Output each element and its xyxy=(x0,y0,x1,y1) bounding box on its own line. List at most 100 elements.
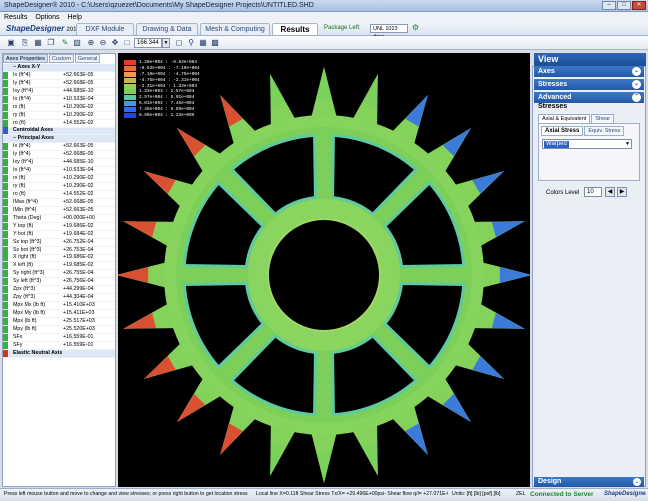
fit-icon[interactable]: ◻ xyxy=(174,38,184,48)
property-row[interactable]: Sy right (ft^3) +26.755E-04 xyxy=(3,270,115,279)
zoom-out-icon[interactable]: ⊖ xyxy=(98,38,108,48)
pan-icon[interactable]: ✥ xyxy=(110,38,120,48)
colors-level-input[interactable]: 10 xyxy=(584,187,602,197)
zoom-window-icon[interactable]: □ xyxy=(122,38,132,48)
axes-icon[interactable]: ⚲ xyxy=(186,38,196,48)
property-row[interactable]: Zpy (ft^3) +44.304E-04 xyxy=(3,294,115,303)
tab-custom[interactable]: Custom xyxy=(48,54,74,63)
property-row[interactable]: Ixy (ft^4) +44.685E-10 xyxy=(3,159,115,168)
property-row[interactable]: rx (ft) +10.290E-02 xyxy=(3,175,115,184)
tab-mesh-computing[interactable]: Mesh & Computing xyxy=(200,23,270,35)
copy-icon[interactable]: ❐ xyxy=(46,38,56,48)
property-row[interactable]: Iy (ft^4) +52.668E-05 xyxy=(3,151,115,160)
property-row[interactable]: SFy +16.559E-01 xyxy=(3,341,115,350)
tab-drawing-data[interactable]: Drawing & Data xyxy=(136,23,198,35)
status-local-stress: Local line X=0.11ft Shear Stress Tx/X= +… xyxy=(256,491,448,497)
property-value: +19.684E-02 xyxy=(63,230,94,237)
zoom-in-icon[interactable]: ⊕ xyxy=(86,38,96,48)
section-stresses-label: Stresses xyxy=(538,81,568,88)
close-button[interactable]: ✕ xyxy=(632,1,646,10)
zoom-dropdown-icon[interactable]: ▼ xyxy=(162,38,170,48)
property-value: +52.668E-05 xyxy=(63,79,94,86)
property-row[interactable]: IMin (ft^4) +52.663E-05 xyxy=(3,206,115,215)
property-marker-icon xyxy=(3,310,8,318)
menu-options[interactable]: Options xyxy=(35,14,59,21)
section-advanced[interactable]: Advanced ⌃ xyxy=(534,92,644,103)
section-stresses[interactable]: Stresses ⌄ xyxy=(534,79,644,90)
tab-equiv-stress[interactable]: Equiv. Stress xyxy=(584,126,625,136)
tab-general[interactable]: General xyxy=(74,54,101,63)
maximize-button[interactable]: □ xyxy=(617,1,631,10)
palette-icon[interactable]: ▩ xyxy=(210,38,220,48)
property-row[interactable]: SFx +16.559E-01 xyxy=(3,333,115,342)
legend-entry: -7.19e+004 : -4.75e+004 xyxy=(124,71,200,78)
chevron-down-icon[interactable]: ⌄ xyxy=(632,80,641,89)
property-section[interactable]: Principal Axes xyxy=(3,135,115,144)
menu-results[interactable]: Results xyxy=(4,14,27,21)
chevron-up-icon[interactable]: ⌃ xyxy=(632,93,641,102)
property-marker-icon xyxy=(3,190,8,198)
property-row[interactable]: Io (ft^4) +10.533E-04 xyxy=(3,95,115,104)
property-marker-icon xyxy=(3,222,8,230)
property-row[interactable]: Sx bot (ft^3) +26.753E-04 xyxy=(3,246,115,255)
property-row[interactable]: ry (ft) +10.290E-02 xyxy=(3,183,115,191)
property-row[interactable]: Mpx My (lb ft) +15.411E+03 xyxy=(3,310,115,318)
property-row[interactable]: ro (ft) +14.552E-02 xyxy=(3,119,115,128)
property-row[interactable]: Y top (ft) +19.686E-02 xyxy=(3,222,115,231)
property-name: Ix (ft^4) xyxy=(13,143,31,150)
mesh-icon[interactable]: ▦ xyxy=(198,38,208,48)
section-design[interactable]: Design ⌄ xyxy=(534,477,644,487)
save-icon[interactable]: ▣ xyxy=(6,38,16,48)
chevron-down-icon[interactable]: ⌄ xyxy=(632,67,641,76)
property-row[interactable]: Sy left (ft^3) +26.756E-04 xyxy=(3,278,115,287)
menu-help[interactable]: Help xyxy=(67,14,81,21)
property-row[interactable]: Mpy (lb ft) +25.520E+03 xyxy=(3,325,115,334)
tab-axial-stress[interactable]: Axial Stress xyxy=(541,126,584,136)
property-row[interactable]: Theta (Deg) +00.000E+00 xyxy=(3,214,115,223)
gear-tooth-stress xyxy=(270,74,287,108)
colors-level-increase-button[interactable]: ▶ xyxy=(617,187,627,197)
property-section[interactable]: Elastic Neutral Axis xyxy=(3,349,115,358)
property-row[interactable]: Mpx Mx (lb ft) +15.410E+03 xyxy=(3,302,115,311)
legend-label: -4.75e+004 : -2.31e+004 xyxy=(139,77,200,83)
tab-dxf-module[interactable]: DXF Module xyxy=(76,23,134,35)
property-row[interactable]: X right (ft) +19.686E-02 xyxy=(3,254,115,263)
property-row[interactable]: Sx top (ft^3) +26.752E-04 xyxy=(3,238,115,247)
property-value: +10.290E-02 xyxy=(63,103,94,110)
grid-icon[interactable]: ▧ xyxy=(72,38,82,48)
property-row[interactable]: Mpx (lb ft) +25.517E+03 xyxy=(3,317,115,326)
stress-canvas[interactable] xyxy=(118,53,530,487)
property-row[interactable]: X left (ft) +19.685E-02 xyxy=(3,262,115,271)
pencil-icon[interactable]: ✎ xyxy=(60,38,70,48)
chevron-down-icon[interactable]: ▼ xyxy=(625,141,630,148)
property-row[interactable]: Zpx (ft^3) +44.299E-04 xyxy=(3,286,115,295)
property-row[interactable]: Y bot (ft) +19.684E-02 xyxy=(3,230,115,239)
tab-axes-properties[interactable]: Axes Properties xyxy=(3,54,48,63)
preview-icon[interactable]: ▦ xyxy=(33,38,43,48)
property-section[interactable]: Axes X-Y xyxy=(3,64,115,72)
tab-results[interactable]: Results xyxy=(272,23,318,35)
property-marker-icon xyxy=(3,167,8,175)
property-row[interactable]: IMax (ft^4) +52.668E-05 xyxy=(3,198,115,207)
section-design-label: Design xyxy=(538,478,562,485)
property-row[interactable]: Io (ft^4) +10.533E-04 xyxy=(3,167,115,176)
property-row[interactable]: ro (ft) +14.552E-02 xyxy=(3,190,115,199)
property-row[interactable]: Ixy (ft^4) +44.685E-10 xyxy=(3,87,115,96)
property-name: Iy (ft^4) xyxy=(13,79,31,86)
print-icon[interactable]: ⎘ xyxy=(20,38,30,48)
property-section[interactable]: Centroidal Axes xyxy=(3,127,115,136)
warp-select[interactable]: Warped ▼ xyxy=(542,139,632,149)
property-row[interactable]: rx (ft) +10.290E-02 xyxy=(3,103,115,112)
minimize-button[interactable]: – xyxy=(602,1,616,10)
section-axes[interactable]: Axes ⌄ xyxy=(534,66,644,77)
property-row[interactable]: Iy (ft^4) +52.668E-05 xyxy=(3,79,115,88)
zoom-input[interactable]: 166.344 xyxy=(134,38,162,48)
legend-label: 2.57e+004 : 5.01e+004 xyxy=(139,95,195,101)
package-help-icon[interactable]: ⚙ xyxy=(410,23,421,34)
property-row[interactable]: Ix (ft^4) +52.663E-05 xyxy=(3,143,115,152)
property-value: +10.290E-02 xyxy=(63,183,94,190)
property-row[interactable]: ry (ft) +10.290E-02 xyxy=(3,111,115,120)
property-row[interactable]: Ix (ft^4) +52.663E-05 xyxy=(3,71,115,80)
chevron-down-icon[interactable]: ⌄ xyxy=(633,478,641,486)
colors-level-decrease-button[interactable]: ◀ xyxy=(605,187,615,197)
